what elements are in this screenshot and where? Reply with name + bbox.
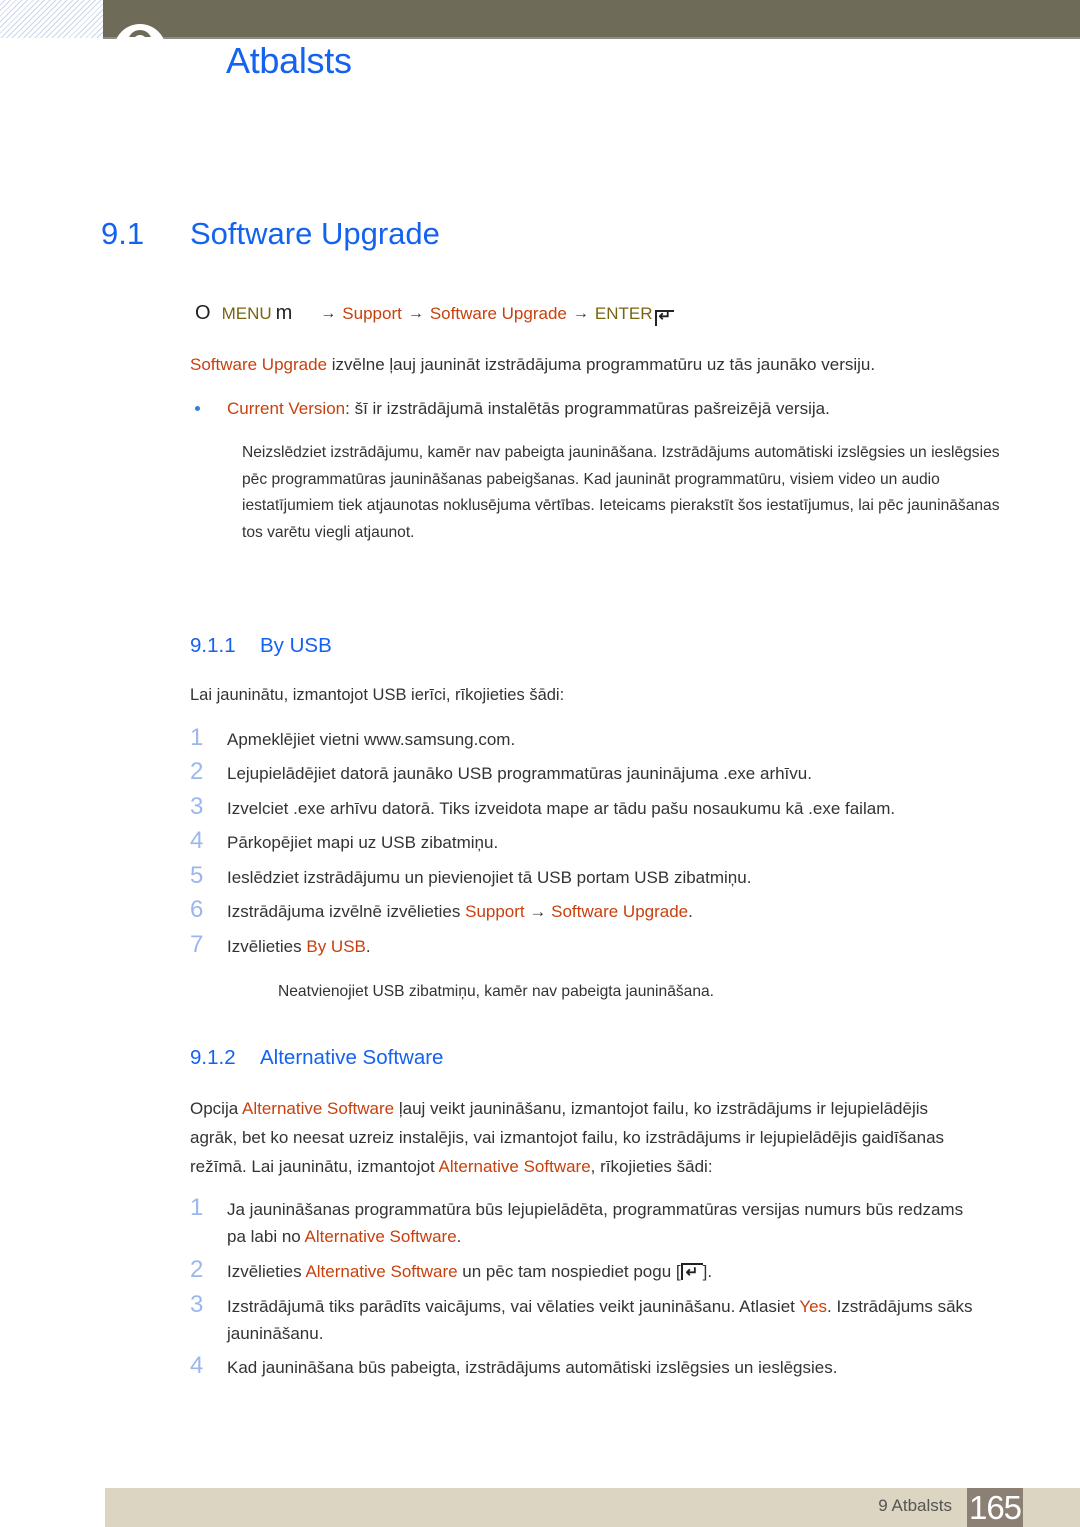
step-highlight-by-usb: By USB — [306, 937, 366, 956]
by-usb-intro: Lai jauninātu, izmantojot USB ierīci, rī… — [190, 686, 565, 704]
step-text: Pārkopējiet mapi uz USB zibatmiņu. — [227, 833, 499, 852]
step-text: Izstrādājumā tiks parādīts vaicājums, va… — [227, 1293, 973, 1320]
arrow-icon: → — [572, 304, 589, 322]
arrow-icon: → — [407, 304, 424, 322]
chapter-header-bar — [103, 0, 1080, 39]
intro-highlight: Software Upgrade — [190, 355, 328, 374]
step-text: Kad jaunināšana būs pabeigta, izstrādāju… — [227, 1358, 838, 1377]
subsection-number: 9.1.2 — [190, 1046, 236, 1069]
text: . Izstrādājums sāks — [827, 1297, 973, 1316]
step-text-prefix: Izvēlieties — [227, 937, 307, 956]
subsection-number: 9.1.1 — [190, 634, 236, 657]
step-number: 7 — [190, 931, 204, 958]
menu-path-software-upgrade: Software Upgrade — [429, 303, 567, 323]
text: pa labi no — [227, 1227, 305, 1246]
warning-note: Neizslēdziet izstrādājumu, kamēr nav pab… — [242, 444, 1000, 541]
text: Opcija — [190, 1099, 242, 1118]
bullet-highlight: Current Version — [227, 399, 346, 418]
alt-intro-line-2: agrāk, bet ko neesat uzreiz instalējis, … — [190, 1128, 945, 1147]
arrow-icon: → — [524, 902, 552, 921]
step-text-continued: jaunināšanu. — [227, 1324, 324, 1343]
section-title: Software Upgrade — [190, 216, 440, 251]
step-number: 2 — [190, 1256, 204, 1283]
section-number: 9.1 — [101, 216, 145, 251]
step-text: Ieslēdziet izstrādājumu un pievienojiet … — [227, 868, 752, 887]
step-number: 4 — [190, 1352, 204, 1379]
text: Izstrādājumā tiks parādīts vaicājums, va… — [227, 1297, 800, 1316]
page-number: 165 — [967, 1488, 1023, 1527]
text: Izvēlieties — [227, 1262, 306, 1281]
menu-path-support: Support — [342, 303, 402, 323]
bullet-item: Current Version: šī ir izstrādājumā inst… — [227, 395, 830, 422]
step-text: Izvelciet .exe arhīvu datorā. Tiks izvei… — [227, 799, 896, 818]
step-text-prefix: Izstrādājuma izvēlnē izvēlieties — [227, 902, 466, 921]
text: , rīkojieties šādi: — [590, 1157, 713, 1176]
step-number: 3 — [190, 793, 204, 820]
highlight-alternative-software: Alternative Software — [438, 1157, 591, 1176]
decorative-hatch — [0, 0, 103, 38]
enter-key-icon — [680, 1259, 703, 1286]
subsection-title: Alternative Software — [260, 1046, 444, 1069]
step-text: Izvēlieties Alternative Software un pēc … — [227, 1258, 713, 1286]
chapter-number-badge — [114, 24, 166, 76]
step-number: 4 — [190, 827, 204, 854]
bullet-text: : šī ir izstrādājumā instalētās programm… — [345, 399, 830, 418]
step-number: 5 — [190, 862, 204, 889]
step-highlight-software-upgrade: Software Upgrade — [551, 902, 689, 921]
highlight-yes: Yes — [799, 1297, 828, 1316]
menu-note-icon: O — [195, 302, 211, 324]
alt-intro-line-1: Opcija Alternative Software ļauj veikt j… — [190, 1095, 928, 1122]
step-text-suffix: . — [365, 937, 371, 956]
step-number: 6 — [190, 896, 204, 923]
step-text: Izstrādājuma izvēlnē izvēlieties Support… — [227, 898, 693, 925]
highlight-alternative-software: Alternative Software — [305, 1262, 458, 1281]
bullet-icon — [195, 406, 200, 411]
step-highlight-support: Support — [465, 902, 525, 921]
chapter-title: Atbalsts — [226, 40, 352, 81]
highlight-alternative-software: Alternative Software — [304, 1227, 457, 1246]
step-number: 1 — [190, 724, 204, 751]
text: ļauj veikt jaunināšanu, izmantojot failu… — [394, 1099, 929, 1118]
text: . — [456, 1227, 462, 1246]
menu-button-icon: m — [275, 302, 293, 324]
text: un pēc tam nospiediet pogu [ — [457, 1262, 681, 1281]
step-number: 3 — [190, 1291, 204, 1318]
step-text-suffix: . — [688, 902, 693, 921]
step-text: Apmeklējiet vietni www.samsung.com. — [227, 730, 516, 749]
step-text: Izvēlieties By USB. — [227, 933, 371, 960]
step-text: Lejupielādējiet datorā jaunāko USB progr… — [227, 764, 812, 783]
step-text: Ja jaunināšanas programmatūra būs lejupi… — [227, 1200, 964, 1219]
by-usb-note: Neatvienojiet USB zibatmiņu, kamēr nav p… — [278, 983, 715, 1000]
text: ]. — [702, 1262, 713, 1281]
step-number: 2 — [190, 758, 204, 785]
step-number: 1 — [190, 1194, 204, 1221]
menu-path: O MENU m → Support → Software Upgrade → … — [195, 302, 674, 326]
highlight-alternative-software: Alternative Software — [241, 1099, 395, 1118]
subsection-title: By USB — [260, 634, 332, 657]
alt-intro-line-3: režīmā. Lai jauninātu, izmantojot Altern… — [190, 1153, 713, 1180]
page-footer: 9 Atbalsts — [105, 1488, 1080, 1527]
intro-paragraph: Software Upgrade izvēlne ļauj jaunināt i… — [190, 351, 875, 378]
intro-text: izvēlne ļauj jaunināt izstrādājuma progr… — [327, 355, 876, 374]
footer-chapter-label: 9 Atbalsts — [878, 1496, 952, 1515]
menu-label: MENU — [221, 303, 272, 323]
enter-key-icon — [654, 307, 674, 326]
enter-label: ENTER — [594, 303, 653, 323]
text: režīmā. Lai jauninātu, izmantojot — [190, 1157, 439, 1176]
arrow-icon: → — [320, 304, 337, 322]
step-text-continued: pa labi no Alternative Software. — [227, 1223, 461, 1250]
